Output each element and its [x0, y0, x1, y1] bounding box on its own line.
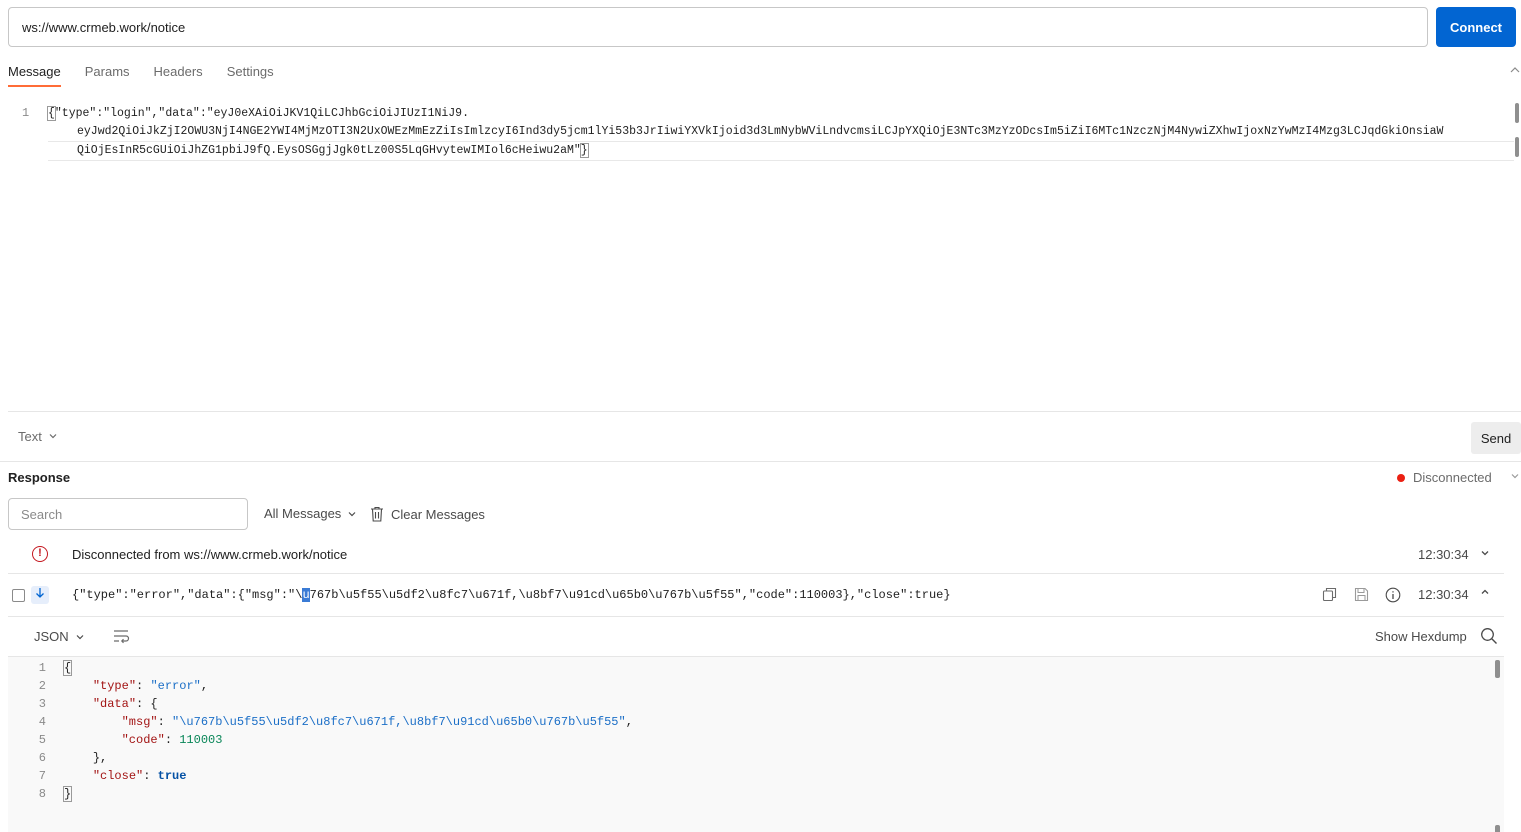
tab-settings[interactable]: Settings [227, 58, 274, 87]
editor-line-number: 1 [22, 106, 30, 120]
line-number: 2 [38, 679, 46, 693]
message-search[interactable] [8, 498, 248, 530]
json-line-4: "msg": "\u767b\u5f55\u5df2\u8fc7\u671f,\… [121, 715, 633, 729]
json-line-8: } [62, 785, 633, 803]
divider [0, 461, 1521, 462]
send-button[interactable]: Send [1471, 422, 1521, 454]
wrap-lines-icon[interactable] [112, 627, 130, 645]
json-close-brace: } [62, 786, 73, 802]
message-type-dropdown[interactable]: Text [18, 429, 58, 444]
url-input[interactable] [22, 19, 1414, 35]
message-text-end: 767b\u5f55\u5df2\u8fc7\u671f,\u8bf7\u91c… [309, 588, 951, 602]
save-icon[interactable] [1353, 587, 1369, 603]
chevron-down-icon[interactable] [1510, 471, 1520, 484]
json-toolbar: JSON Show Hexdump [8, 617, 1504, 657]
line-number: 5 [38, 733, 46, 747]
editor-line-1: {"type":"login","data":"eyJ0eXAiOiJKV1Qi… [47, 105, 1514, 123]
json-key: "data" [92, 697, 137, 711]
response-title: Response [8, 470, 71, 485]
json-key: "msg" [121, 715, 158, 729]
connect-button[interactable]: Connect [1436, 7, 1516, 47]
line-number: 8 [38, 787, 46, 801]
json-line-3: "data": { [92, 697, 158, 711]
chevron-down-icon [76, 634, 84, 639]
clear-messages-label: Clear Messages [391, 506, 485, 522]
editor-line-3-text: QiOjEsInR5cGUiOiJhZG1pbiJ9fQ.EysOSGgjJgk… [77, 144, 581, 157]
tab-headers[interactable]: Headers [154, 58, 203, 87]
received-message-text[interactable]: {"type":"error","data":{"msg":"\u767b\u5… [72, 588, 951, 602]
chevron-up-icon[interactable] [1480, 587, 1490, 600]
editor-open-brace: { [47, 106, 56, 121]
message-timestamp: 12:30:34 [1418, 587, 1469, 602]
line-number: 7 [38, 769, 46, 783]
line-number: 3 [38, 697, 46, 711]
json-line-numbers: 1 2 3 4 5 6 7 8 [32, 659, 46, 803]
line-number: 1 [38, 661, 46, 675]
json-line-2: "type": "error", [92, 679, 209, 693]
search-icon[interactable] [1480, 627, 1498, 645]
line-number: 6 [38, 751, 46, 765]
message-row-disconnect[interactable]: ! Disconnected from ws://www.crmeb.work/… [8, 536, 1504, 574]
arrow-down-icon [31, 586, 49, 604]
trash-icon [371, 506, 383, 522]
json-key: "code" [121, 733, 165, 747]
clear-messages-button[interactable]: Clear Messages [370, 506, 485, 522]
search-input[interactable] [21, 506, 235, 522]
chevron-up-icon[interactable] [1509, 64, 1521, 78]
tab-message[interactable]: Message [8, 58, 61, 87]
format-dropdown[interactable]: JSON [34, 629, 85, 644]
json-scrollbar-marker [1495, 825, 1500, 832]
info-icon[interactable] [1385, 587, 1401, 603]
json-viewer[interactable]: 1 2 3 4 5 6 7 8 { "type": "error", "data… [8, 658, 1504, 832]
message-type-label: Text [18, 429, 42, 444]
message-detail-panel: JSON Show Hexdump 1 2 3 4 5 6 7 8 { "typ… [8, 616, 1504, 832]
json-line-5: "code": 110003 [121, 733, 223, 747]
editor-line-1-text: "type":"login","data":"eyJ0eXAiOiJKV1QiL… [54, 107, 469, 120]
editor-scrollbar[interactable] [1515, 103, 1519, 123]
message-row-received[interactable]: {"type":"error","data":{"msg":"\u767b\u5… [8, 575, 1504, 615]
json-code: { "type": "error", "data": { "msg": "\u7… [62, 659, 633, 803]
json-string: "error" [150, 679, 201, 693]
connection-status: Disconnected [1397, 470, 1520, 485]
editor-line-2: eyJwd2QiOiJkZjI2OWU3NjI4NGE2YWI4MjMzOTI3… [77, 125, 1444, 138]
chevron-down-icon [48, 429, 58, 444]
line-number: 4 [38, 715, 46, 729]
tab-params[interactable]: Params [85, 58, 130, 87]
message-text-start: {"type":"error","data":{"msg":"\ [72, 588, 303, 602]
status-text: Disconnected [1413, 470, 1492, 485]
url-field[interactable] [8, 7, 1428, 47]
editor-content[interactable]: {"type":"login","data":"eyJ0eXAiOiJKV1Qi… [47, 105, 1514, 161]
format-label: JSON [34, 629, 69, 644]
message-filter-dropdown[interactable]: All Messages [264, 506, 357, 521]
editor-close-brace: } [579, 143, 589, 158]
json-line-6: }, [92, 751, 108, 765]
message-checkbox[interactable] [12, 589, 25, 602]
message-editor[interactable]: 1 {"type":"login","data":"eyJ0eXAiOiJKV1… [8, 100, 1521, 412]
text-selection: u [302, 588, 310, 602]
chevron-down-icon [348, 511, 356, 516]
json-key: "close" [92, 769, 144, 783]
json-number: 110003 [179, 733, 223, 747]
message-filter-label: All Messages [264, 506, 342, 521]
json-string: "\u767b\u5f55\u5df2\u8fc7\u671f,\u8bf7\u… [172, 715, 626, 729]
copy-icon[interactable] [1321, 587, 1337, 603]
json-line-1: { [62, 659, 633, 677]
chevron-down-icon[interactable] [1480, 548, 1490, 561]
json-scrollbar[interactable] [1495, 660, 1500, 678]
json-boolean: true [157, 769, 187, 783]
show-hexdump-button[interactable]: Show Hexdump [1375, 629, 1467, 644]
error-icon: ! [32, 546, 48, 562]
json-open-brace: { [62, 660, 73, 676]
json-line-7: "close": true [92, 769, 187, 783]
message-timestamp: 12:30:34 [1418, 547, 1469, 562]
editor-scrollbar-marker [1515, 137, 1519, 157]
disconnect-message-text: Disconnected from ws://www.crmeb.work/no… [72, 547, 348, 562]
request-tabs: Message Params Headers Settings [8, 58, 274, 88]
editor-line-3: QiOjEsInR5cGUiOiJhZG1pbiJ9fQ.EysOSGgjJgk… [48, 141, 1514, 161]
json-key: "type" [92, 679, 137, 693]
status-dot-icon [1397, 473, 1405, 482]
